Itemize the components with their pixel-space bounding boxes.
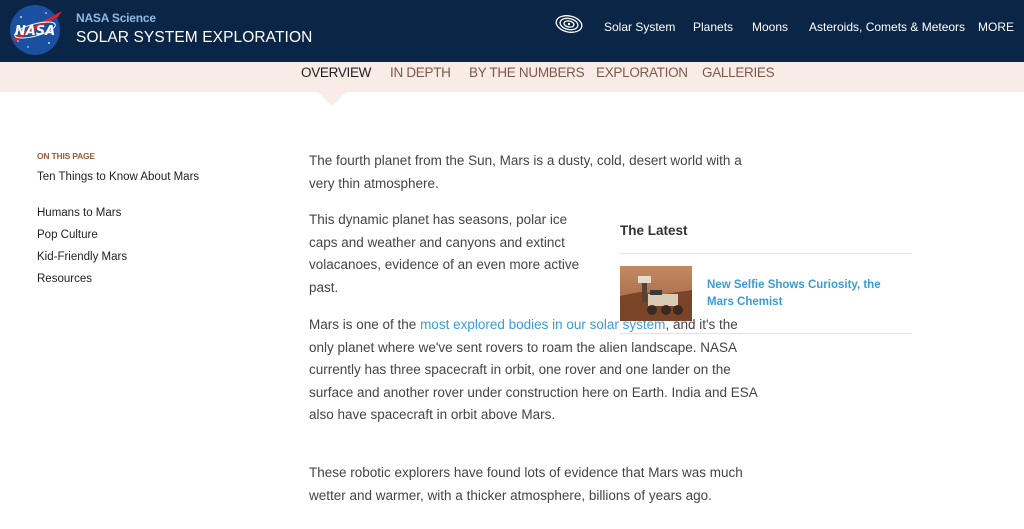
nav-moons[interactable]: Moons: [752, 20, 788, 34]
orbit-icon[interactable]: [554, 12, 584, 36]
brand-title[interactable]: SOLAR SYSTEM EXPLORATION: [76, 29, 312, 47]
brand-subtitle[interactable]: NASA Science: [76, 11, 156, 25]
nav-solar-system[interactable]: Solar System: [604, 20, 675, 34]
latest-article-link[interactable]: New Selfie Shows Curiosity, the Mars Che…: [707, 277, 897, 311]
sidebar-link-resources[interactable]: Resources: [37, 272, 92, 286]
dynamic-planet-paragraph: This dynamic planet has seasons, polar i…: [309, 212, 580, 295]
site-header: NASA NASA Science SOLAR SYSTEM EXPLORATI…: [0, 0, 1024, 62]
divider: [620, 333, 911, 334]
explored-bodies-paragraph: Mars is one of the most explored bodies …: [309, 314, 764, 427]
latest-heading: The Latest: [620, 223, 688, 238]
active-tab-pointer: [318, 92, 346, 106]
nav-asteroids-comets-meteors[interactable]: Asteroids, Comets & Meteors: [809, 20, 965, 34]
section-subnav: OVERVIEW IN DEPTH BY THE NUMBERS EXPLORA…: [0, 62, 1024, 92]
tab-by-the-numbers[interactable]: BY THE NUMBERS: [469, 65, 585, 80]
tab-exploration[interactable]: EXPLORATION: [596, 65, 688, 80]
nav-more[interactable]: MORE: [978, 20, 1014, 34]
nav-planets[interactable]: Planets: [693, 20, 733, 34]
divider: [620, 253, 911, 254]
curiosity-selfie-thumbnail[interactable]: [620, 266, 692, 321]
robotic-explorers-paragraph: These robotic explorers have found lots …: [309, 465, 743, 503]
tab-overview[interactable]: OVERVIEW: [301, 65, 371, 80]
sidebar-link-humans-to-mars[interactable]: Humans to Mars: [37, 206, 121, 220]
sidebar-link-ten-things[interactable]: Ten Things to Know About Mars: [37, 170, 207, 184]
sidebar-link-kid-friendly-mars[interactable]: Kid-Friendly Mars: [37, 250, 127, 264]
svg-text:NASA: NASA: [15, 24, 55, 39]
tab-galleries[interactable]: GALLERIES: [702, 65, 775, 80]
nasa-logo-icon[interactable]: NASA: [6, 3, 64, 57]
tab-in-depth[interactable]: IN DEPTH: [390, 65, 451, 80]
sidebar-link-pop-culture[interactable]: Pop Culture: [37, 228, 98, 242]
intro-paragraph: The fourth planet from the Sun, Mars is …: [309, 153, 742, 191]
paragraph-text: Mars is one of the: [309, 317, 421, 332]
on-this-page-heading: ON THIS PAGE: [37, 151, 95, 161]
